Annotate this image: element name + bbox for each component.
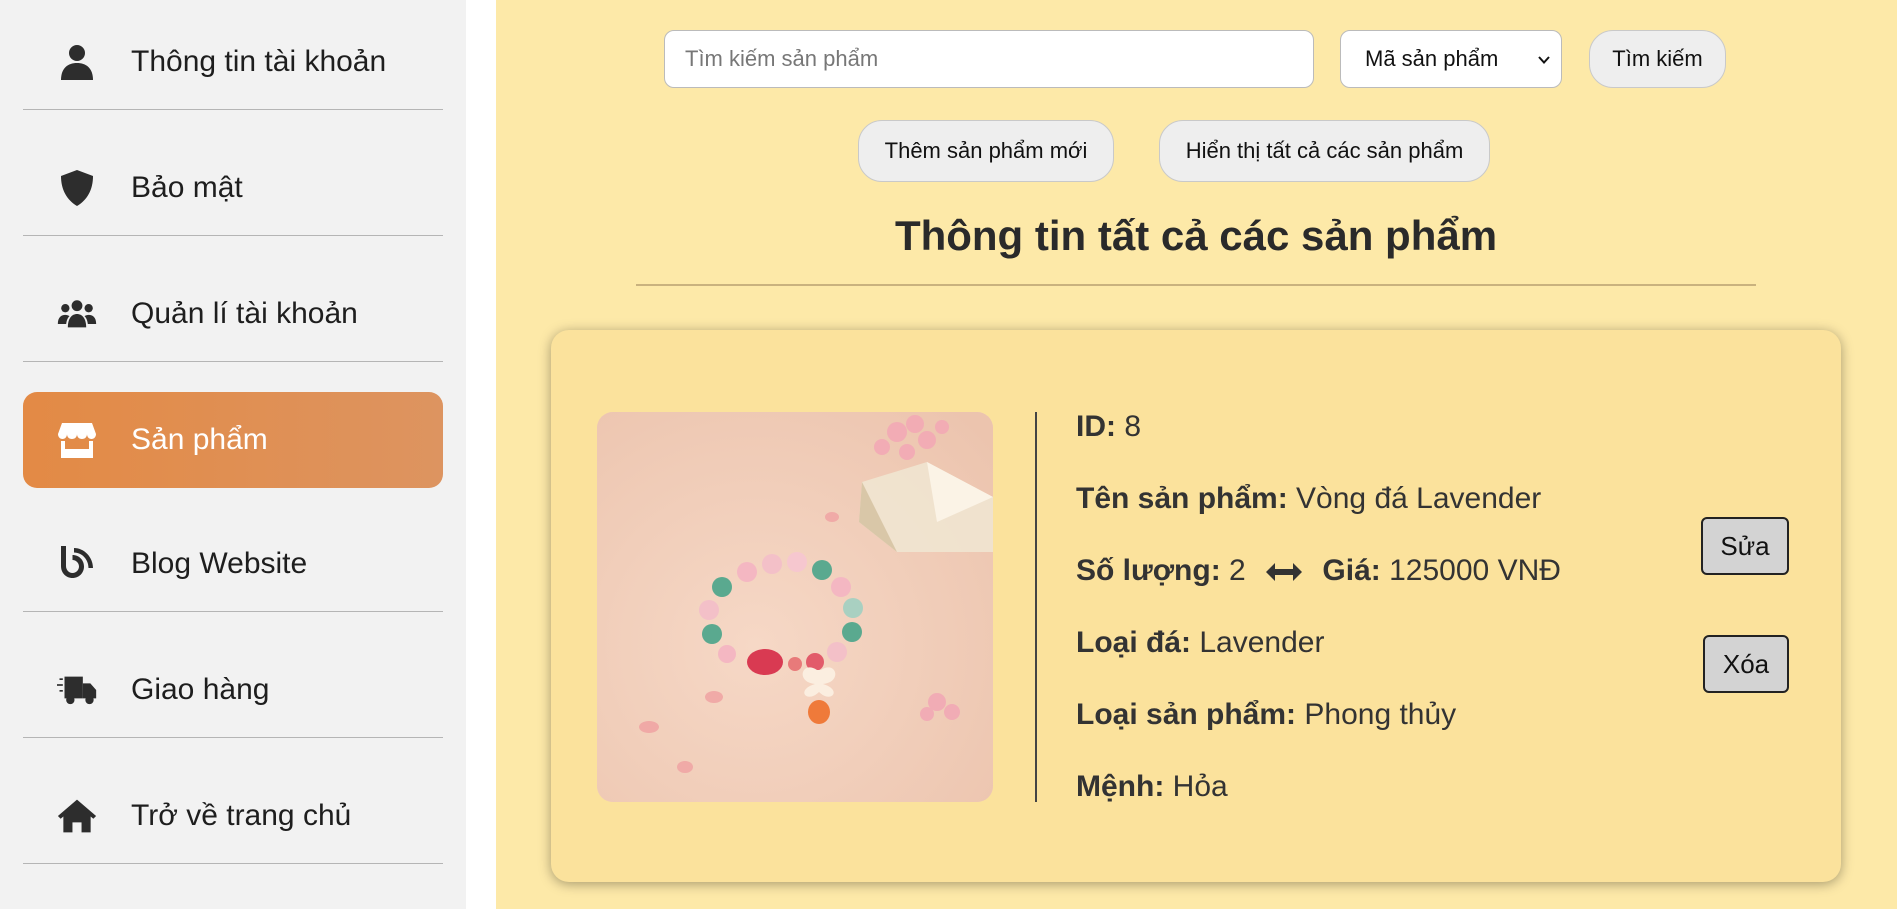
product-stone-value: Lavender	[1199, 626, 1325, 659]
product-price-value: 125000 VNĐ	[1389, 554, 1561, 587]
add-product-button[interactable]: Thêm sản phẩm mới	[858, 120, 1114, 182]
product-stone-row: Loại đá: Lavender	[1076, 626, 1324, 660]
product-type-label: Loại sản phẩm:	[1076, 698, 1297, 731]
card-divider	[1035, 412, 1037, 802]
home-icon	[47, 796, 107, 836]
product-id-value: 8	[1124, 410, 1142, 443]
search-type-select[interactable]: Mã sản phẩm	[1340, 30, 1562, 88]
product-qty-price-row: Số lượng: 2 Giá: 125000 VNĐ	[1076, 554, 1561, 588]
main-content: Mã sản phẩm Tìm kiếm Thêm sản phẩm mới H…	[496, 0, 1897, 909]
sidebar-item-products[interactable]: Sản phẩm	[23, 392, 443, 488]
edit-button[interactable]: Sửa	[1701, 517, 1789, 575]
search-button[interactable]: Tìm kiếm	[1589, 30, 1726, 88]
title-divider	[636, 284, 1756, 286]
chevron-down-icon	[1538, 56, 1550, 64]
sidebar-item-account-management[interactable]: Quản lí tài khoản	[23, 266, 443, 362]
product-element-label: Mệnh:	[1076, 770, 1165, 803]
product-name-value: Vòng đá Lavender	[1296, 482, 1542, 515]
product-id-label: ID:	[1076, 410, 1116, 443]
product-card: ID: 8 Tên sản phẩm: Vòng đá Lavender Số …	[551, 330, 1841, 882]
sidebar-item-label: Blog Website	[131, 546, 308, 580]
store-icon	[47, 420, 107, 460]
product-qty-value: 2	[1229, 554, 1246, 587]
product-name-label: Tên sản phẩm:	[1076, 482, 1288, 515]
sidebar-item-delivery[interactable]: Giao hàng	[23, 642, 443, 738]
sidebar-item-label: Giao hàng	[131, 672, 270, 706]
product-name-row: Tên sản phẩm: Vòng đá Lavender	[1076, 482, 1541, 516]
users-icon	[47, 294, 107, 334]
product-price-label: Giá:	[1322, 554, 1381, 587]
product-element-row: Mệnh: Hỏa	[1076, 770, 1228, 804]
blog-icon	[47, 544, 107, 584]
sidebar-item-label: Thông tin tài khoản	[131, 44, 387, 78]
product-element-value: Hỏa	[1172, 770, 1228, 803]
sidebar-item-label: Bảo mật	[131, 170, 243, 204]
product-image	[597, 412, 993, 802]
search-input[interactable]	[664, 30, 1314, 88]
sidebar-item-blog[interactable]: Blog Website	[23, 516, 443, 612]
sidebar-item-account-info[interactable]: Thông tin tài khoản	[23, 14, 443, 110]
left-right-arrow-icon	[1266, 563, 1303, 582]
product-id-row: ID: 8	[1076, 410, 1141, 444]
page-title: Thông tin tất cả các sản phẩm	[894, 212, 1498, 259]
sidebar-item-home[interactable]: Trở về trang chủ	[23, 768, 443, 864]
show-all-products-button[interactable]: Hiển thị tất cả các sản phẩm	[1159, 120, 1490, 182]
product-type-value: Phong thủy	[1304, 698, 1457, 731]
sidebar-item-security[interactable]: Bảo mật	[23, 140, 443, 236]
delete-button[interactable]: Xóa	[1703, 635, 1789, 693]
sidebar-item-label: Quản lí tài khoản	[131, 296, 358, 330]
truck-icon	[47, 670, 107, 710]
product-qty-label: Số lượng:	[1076, 554, 1221, 587]
sidebar-item-label: Sản phẩm	[131, 423, 268, 456]
sidebar: Thông tin tài khoản Bảo mật Quản lí tài …	[0, 0, 466, 909]
shield-icon	[47, 168, 107, 208]
search-type-value: Mã sản phẩm	[1365, 46, 1499, 71]
product-stone-label: Loại đá:	[1076, 626, 1192, 659]
sidebar-item-label: Trở về trang chủ	[131, 798, 352, 832]
product-type-row: Loại sản phẩm: Phong thủy	[1076, 698, 1456, 732]
user-icon	[47, 42, 107, 82]
